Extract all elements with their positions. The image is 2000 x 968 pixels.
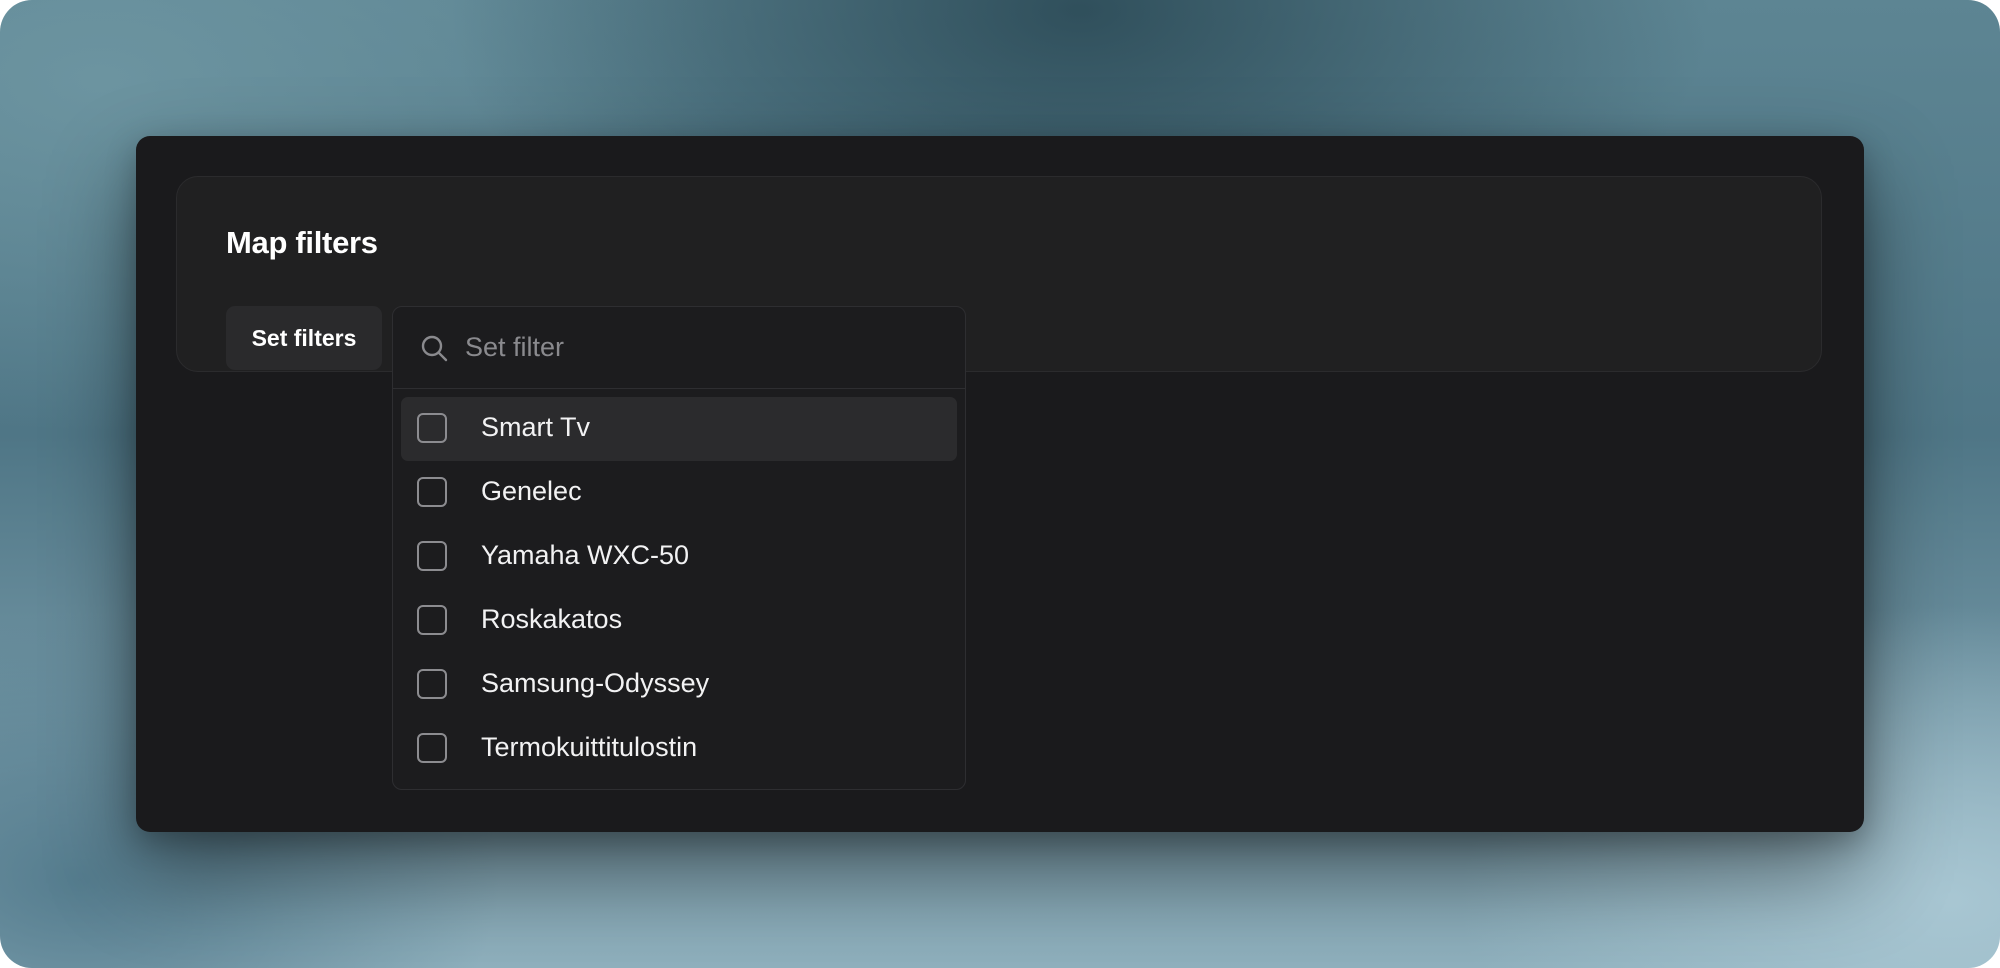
card-title: Map filters xyxy=(226,225,378,260)
set-filters-button[interactable]: Set filters xyxy=(226,306,382,370)
filter-option[interactable]: Genelec xyxy=(401,461,957,525)
filter-option-checkbox[interactable] xyxy=(417,733,447,763)
search-row xyxy=(393,307,965,389)
filter-options-list: Smart Tv Genelec Yamaha WXC-50 Roskakato… xyxy=(401,397,957,781)
filter-option-checkbox[interactable] xyxy=(417,605,447,635)
desktop-background: Map filters Set filters Smart Tv xyxy=(0,0,2000,968)
filter-option-checkbox[interactable] xyxy=(417,669,447,699)
filter-option-label: Smart Tv xyxy=(481,412,591,442)
filter-option[interactable]: Termokuittitulostin xyxy=(401,717,957,781)
filter-option[interactable]: Smart Tv xyxy=(401,397,957,461)
filter-option-label: Samsung-Odyssey xyxy=(481,668,710,698)
filter-dropdown: Smart Tv Genelec Yamaha WXC-50 Roskakato… xyxy=(392,306,966,790)
filter-option[interactable]: Yamaha WXC-50 xyxy=(401,525,957,589)
filter-option-label: Yamaha WXC-50 xyxy=(481,540,690,570)
filter-option-label: Genelec xyxy=(481,476,582,506)
app-window: Map filters Set filters Smart Tv xyxy=(136,136,1864,832)
filter-option[interactable]: Roskakatos xyxy=(401,589,957,653)
filter-option-checkbox[interactable] xyxy=(417,541,447,571)
filter-search-input[interactable] xyxy=(465,325,945,369)
filter-option-checkbox[interactable] xyxy=(417,413,447,443)
filter-option-checkbox[interactable] xyxy=(417,477,447,507)
filter-option[interactable]: Samsung-Odyssey xyxy=(401,653,957,717)
filter-option-label: Termokuittitulostin xyxy=(481,732,698,762)
search-icon xyxy=(419,333,449,363)
filter-option-label: Roskakatos xyxy=(481,604,623,634)
